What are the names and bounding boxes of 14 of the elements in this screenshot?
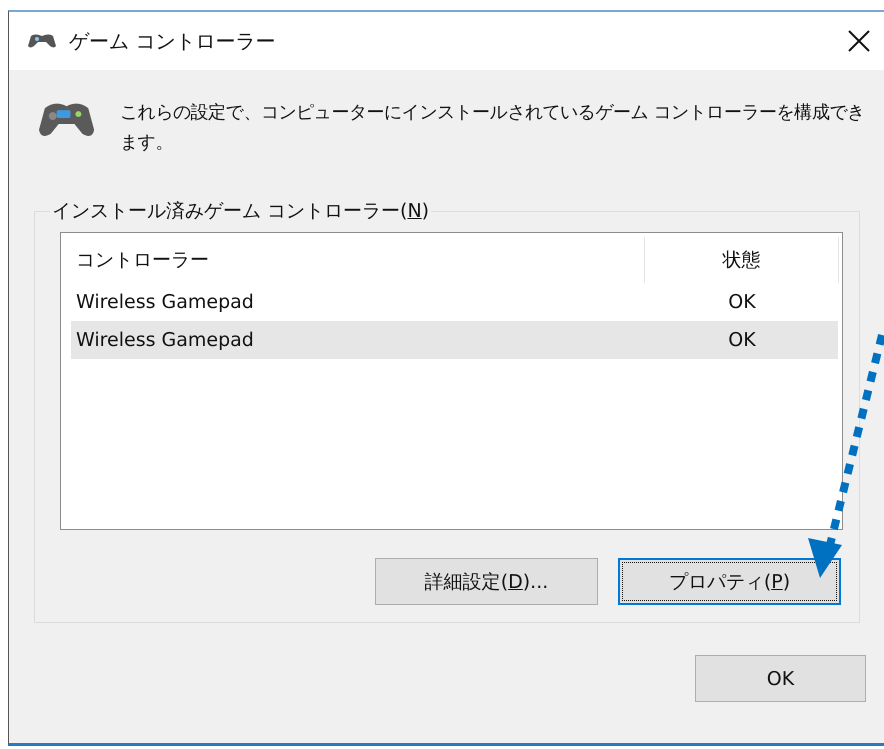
description-text: これらの設定で、コンピューターにインストールされているゲーム コントローラーを構成できます。 <box>120 101 866 155</box>
table-cell-text: Wireless Gamepad <box>75 329 255 351</box>
properties-button[interactable]: プロパティ(P) <box>618 558 841 605</box>
close-icon <box>848 30 870 52</box>
list-row[interactable]: Wireless Gamepad OK <box>71 321 838 359</box>
controller-list[interactable]: コントローラー 状態 Wireless Gamepad OK Wireless Gamepad OK <box>60 232 843 530</box>
advanced-settings-button[interactable]: 詳細設定(D)... <box>375 558 598 605</box>
table-cell-text: Wireless Gamepad <box>75 291 255 313</box>
group-label: インストール済みゲーム コントローラー(N) <box>51 199 430 224</box>
window-title: ゲーム コントローラー <box>69 28 276 54</box>
ok-button[interactable]: OK <box>695 655 866 702</box>
table-cell-text: OK <box>727 291 757 313</box>
table-cell-text: OK <box>727 329 757 351</box>
gamepad-icon <box>27 32 57 50</box>
